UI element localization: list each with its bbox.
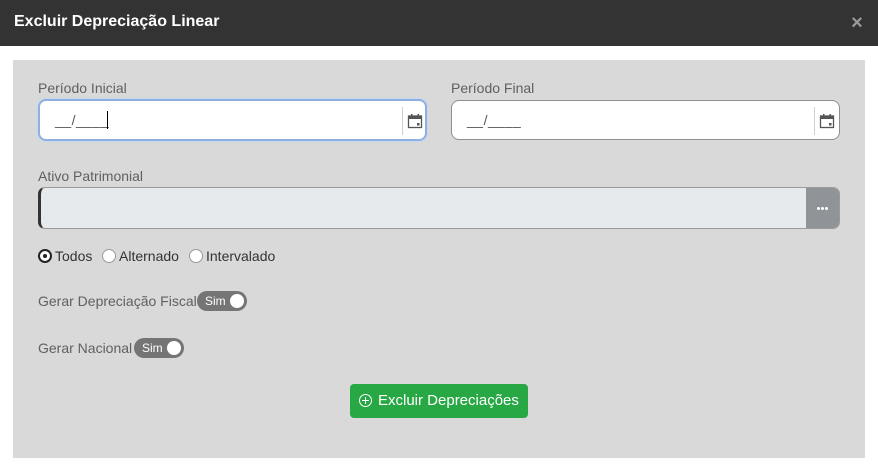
radio-label: Alternado <box>119 248 179 264</box>
ellipsis-icon <box>817 207 820 210</box>
toggle-label: Sim <box>142 341 163 355</box>
periodo-inicial-label: Período Inicial <box>38 80 127 96</box>
periodo-final-input[interactable]: __/____ <box>451 100 840 140</box>
calendar-icon[interactable] <box>819 113 835 129</box>
ativo-patrimonial-input[interactable] <box>38 187 840 229</box>
depreciacao-fiscal-toggle[interactable]: Sim <box>197 291 247 311</box>
periodo-final-label: Período Final <box>451 80 535 96</box>
periodo-inicial-input[interactable]: __/____ <box>38 99 427 141</box>
ellipsis-dot <box>821 207 824 210</box>
input-divider <box>402 107 403 135</box>
radio-selected-icon <box>38 249 52 263</box>
toggle-label: Sim <box>205 294 226 308</box>
nacional-label: Gerar Nacional <box>38 340 133 356</box>
ativo-patrimonial-label: Ativo Patrimonial <box>38 168 144 184</box>
periodo-final-value: __/____ <box>467 112 522 128</box>
dialog-header: Excluir Depreciação Linear × <box>0 0 878 46</box>
close-icon[interactable]: × <box>850 13 864 33</box>
excluir-depreciacoes-button[interactable]: Excluir Depreciações <box>350 384 528 418</box>
radio-unselected-icon <box>189 249 203 263</box>
periodo-inicial-value: __/____ <box>55 112 110 128</box>
ellipsis-dot <box>825 207 828 210</box>
button-label: Excluir Depreciações <box>378 392 519 409</box>
plus-circle-icon <box>359 394 372 407</box>
input-divider <box>814 107 815 135</box>
more-options-button[interactable] <box>806 188 839 228</box>
text-caret <box>107 111 108 129</box>
radio-label: Intervalado <box>206 248 276 264</box>
dialog-title: Excluir Depreciação Linear <box>14 13 220 30</box>
calendar-icon[interactable] <box>407 113 423 129</box>
toggle-knob <box>167 341 181 355</box>
nacional-toggle[interactable]: Sim <box>134 338 184 358</box>
radio-unselected-icon <box>102 249 116 263</box>
toggle-knob <box>230 294 244 308</box>
depreciacao-fiscal-label: Gerar Depreciação Fiscal <box>38 293 197 309</box>
radio-label: Todos <box>55 248 93 264</box>
